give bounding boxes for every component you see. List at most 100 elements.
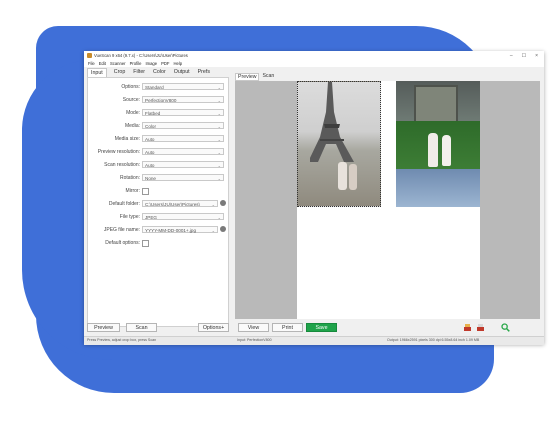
tab-preview[interactable]: Preview	[235, 73, 260, 81]
chevron-down-icon: ⌄	[211, 202, 215, 207]
status-left: Press Preview, adjust crop box, press Sc…	[87, 338, 157, 342]
status-middle: Input: PerfectionV800	[237, 338, 272, 342]
child-figure	[338, 162, 347, 190]
setting-row: Default options:	[88, 238, 228, 247]
tab-output[interactable]: Output	[173, 68, 191, 77]
setting-label: Mode:	[126, 109, 140, 116]
default-folder-select[interactable]: C:\Users\JU\User\Pictures\ ⌄	[142, 200, 218, 207]
scan-resolution-select[interactable]: Auto ⌄	[142, 161, 224, 168]
default-options-checkbox[interactable]	[142, 240, 149, 247]
monument-image	[414, 85, 458, 123]
menu-file[interactable]: File	[88, 61, 95, 66]
tab-filter[interactable]: Filter	[132, 68, 146, 77]
options-button[interactable]: Options+	[198, 323, 229, 332]
settings-panel: Options: Standard ⌄ Source: PerfectionV80…	[87, 77, 229, 327]
girl-figure	[442, 135, 451, 166]
mirror-checkbox[interactable]	[142, 188, 149, 195]
file-name-options-icon[interactable]	[220, 226, 226, 232]
chevron-down-icon: ⌄	[211, 228, 215, 233]
setting-row: Media size: Auto ⌄	[88, 134, 228, 143]
chevron-down-icon: ⌄	[217, 137, 221, 142]
preview-area[interactable]	[235, 81, 540, 319]
chevron-down-icon: ⌄	[217, 111, 221, 116]
setting-row: Scan resolution: Auto ⌄	[88, 160, 228, 169]
setting-label: Options:	[121, 83, 140, 90]
setting-row: JPEG file name: YYYY-MM-DD-0001+.jpg ⌄	[88, 225, 228, 234]
setting-label: Scan resolution:	[104, 161, 140, 168]
print-button[interactable]: Print	[272, 323, 303, 332]
tab-scan[interactable]: Scan	[262, 73, 274, 81]
setting-label: JPEG file name:	[103, 226, 140, 233]
save-button[interactable]: Save	[306, 323, 337, 332]
setting-label: Rotation:	[119, 174, 140, 181]
chevron-down-icon: ⌄	[217, 176, 221, 181]
setting-row: File type: JPEG ⌄	[88, 212, 228, 221]
tab-input[interactable]: Input	[87, 68, 107, 77]
zoom-icon[interactable]	[501, 323, 510, 332]
bottom-toolbar: Preview Scan Options+ View Print Save	[87, 323, 542, 335]
menu-image[interactable]: Image	[145, 61, 157, 66]
setting-row: Rotation: None ⌄	[88, 173, 228, 182]
app-icon	[87, 53, 92, 58]
preview-resolution-select[interactable]: Auto ⌄	[142, 148, 224, 155]
setting-row: Preview resolution: Auto ⌄	[88, 147, 228, 156]
media-size-select[interactable]: Auto ⌄	[142, 135, 224, 142]
preview-tabs: Preview Scan	[235, 73, 274, 81]
menu-pdf[interactable]: PDF	[161, 61, 169, 66]
tab-prefs[interactable]: Prefs	[197, 68, 211, 77]
rotation-select[interactable]: None ⌄	[142, 174, 224, 181]
scan-button[interactable]: Scan	[126, 323, 157, 332]
folder-browse-icon[interactable]	[220, 200, 226, 206]
menu-help[interactable]: Help	[173, 61, 182, 66]
setting-row: Options: Standard ⌄	[88, 82, 228, 91]
ground-image	[396, 169, 480, 207]
chevron-down-icon: ⌄	[217, 163, 221, 168]
scanner-red-icon[interactable]	[476, 323, 485, 332]
window-title: VueScan 9 x64 (9.7.x) - C:\Users\JU\User…	[94, 53, 188, 58]
chevron-down-icon: ⌄	[217, 150, 221, 155]
setting-label: Media size:	[114, 135, 140, 142]
setting-label: Default options:	[105, 239, 140, 246]
scanner-icon[interactable]	[463, 323, 472, 332]
girl-figure	[428, 133, 438, 167]
options-select[interactable]: Standard ⌄	[142, 83, 224, 90]
file-type-select[interactable]: JPEG ⌄	[142, 213, 224, 220]
setting-label: Default folder:	[108, 200, 140, 207]
setting-label: File type:	[119, 213, 140, 220]
chevron-down-icon: ⌄	[217, 98, 221, 103]
setting-row: Mirror:	[88, 186, 228, 195]
menu-scanner[interactable]: Scanner	[110, 61, 126, 66]
maximize-button[interactable]: ☐	[522, 53, 526, 59]
menu-bar: File Edit Scanner Profile Image PDF Help	[84, 60, 544, 67]
chevron-down-icon: ⌄	[217, 215, 221, 220]
source-select[interactable]: PerfectionV800 ⌄	[142, 96, 224, 103]
tab-crop[interactable]: Crop	[113, 68, 126, 77]
menu-edit[interactable]: Edit	[99, 61, 106, 66]
preview-photo-monument[interactable]	[396, 81, 480, 207]
setting-row: Default folder: C:\Users\JU\User\Picture…	[88, 199, 228, 208]
menu-profile[interactable]: Profile	[130, 61, 142, 66]
preview-photo-eiffel[interactable]	[297, 81, 381, 207]
hedge-image	[396, 121, 480, 169]
tab-color[interactable]: Color	[152, 68, 167, 77]
close-button[interactable]: ×	[535, 53, 538, 59]
setting-label: Source:	[122, 96, 140, 103]
mode-select[interactable]: Flatbed ⌄	[142, 109, 224, 116]
child-figure	[349, 164, 357, 190]
eiffel-tower-image	[310, 82, 354, 162]
view-button[interactable]: View	[238, 323, 269, 332]
media-select[interactable]: Color ⌄	[142, 122, 224, 129]
setting-row: Media: Color ⌄	[88, 121, 228, 130]
status-bar: Press Preview, adjust crop box, press Sc…	[84, 336, 544, 345]
jpeg-file-name-field[interactable]: YYYY-MM-DD-0001+.jpg ⌄	[142, 226, 218, 233]
app-window: VueScan 9 x64 (9.7.x) - C:\Users\JU\User…	[84, 51, 544, 345]
settings-tabs: Input Crop Filter Color Output Prefs	[87, 68, 211, 77]
chevron-down-icon: ⌄	[217, 85, 221, 90]
preview-button[interactable]: Preview	[87, 323, 120, 332]
setting-label: Preview resolution:	[97, 148, 140, 155]
status-right: Output: 1966x2591 pixels 300 dpi 6.55x8.…	[387, 338, 480, 342]
chevron-down-icon: ⌄	[217, 124, 221, 129]
setting-row: Mode: Flatbed ⌄	[88, 108, 228, 117]
minimize-button[interactable]: –	[510, 53, 513, 59]
title-bar: VueScan 9 x64 (9.7.x) - C:\Users\JU\User…	[84, 51, 544, 60]
